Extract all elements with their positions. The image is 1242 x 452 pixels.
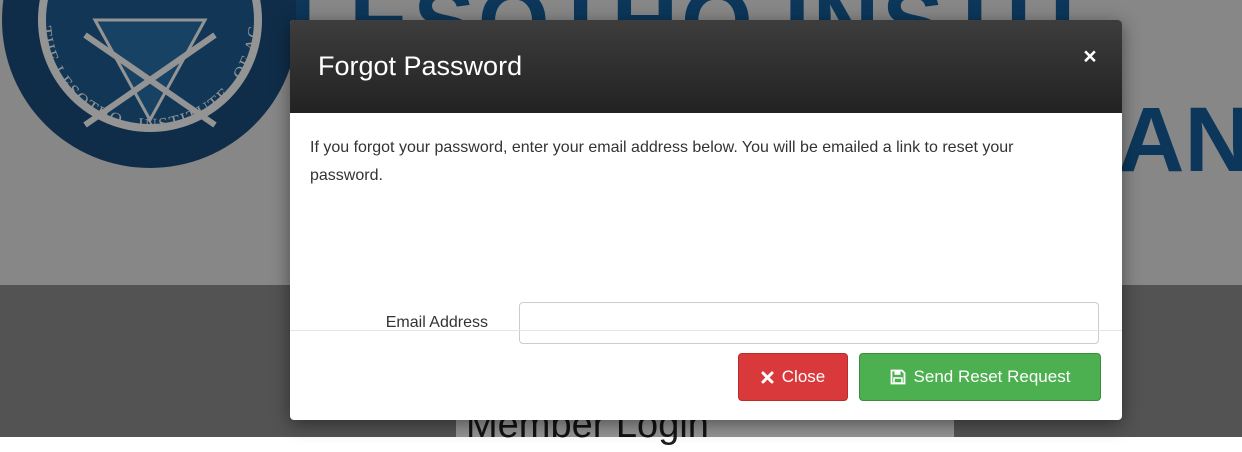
floppy-disk-icon <box>890 369 906 385</box>
send-reset-request-button[interactable]: Send Reset Request <box>859 353 1101 401</box>
modal-body: If you forgot your password, enter your … <box>290 113 1122 344</box>
send-reset-request-label: Send Reset Request <box>913 367 1071 386</box>
close-button-label: Close <box>781 367 826 386</box>
close-icon[interactable]: × <box>1076 42 1104 70</box>
modal-header: Forgot Password × <box>290 20 1122 113</box>
help-text: If you forgot your password, enter your … <box>310 139 1014 184</box>
forgot-password-modal: Forgot Password × If you forgot your pas… <box>290 20 1122 420</box>
close-button[interactable]: Close <box>738 353 848 401</box>
modal-title: Forgot Password <box>318 51 523 81</box>
modal-footer: Close Send Reset Request <box>290 330 1122 420</box>
times-icon <box>761 371 774 384</box>
